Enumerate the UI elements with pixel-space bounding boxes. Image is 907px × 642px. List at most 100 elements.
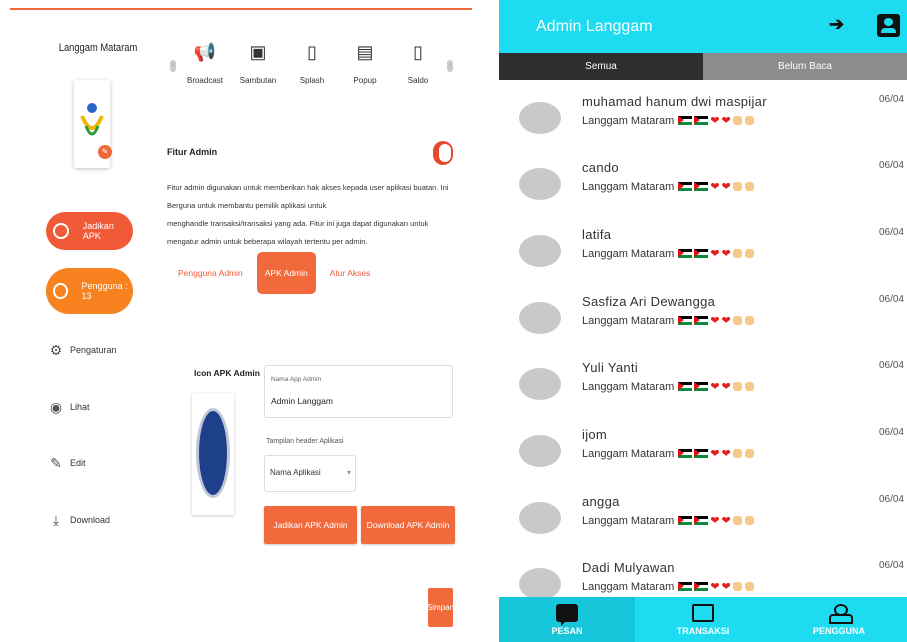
jadikan-apk-admin-button[interactable]: Jadikan APK Admin [264,506,357,544]
pengguna-count-label: Pengguna : 13 [81,281,128,301]
megaphone-icon: 📢 [193,41,217,62]
feature-saldo[interactable]: ▯ Saldo [396,38,440,86]
nav-pengguna-label: PENGGUNA [812,625,865,636]
heart-icon: ❤ [721,181,731,193]
heart-icon: ❤ [710,581,720,593]
nav-transaksi[interactable]: TRANSAKSI [635,597,771,642]
chat-row[interactable]: angga Langgam Mataram ❤ ❤ 06/04 [499,486,907,552]
emoji-group: ❤ ❤ [678,580,756,593]
chat-subtitle-text: Langgam Mataram [582,514,675,527]
message-icon [556,603,578,626]
feature-sambutan[interactable]: ▣ Sambutan [236,38,280,86]
jadikan-apk-button[interactable]: Jadikan APK [46,212,133,250]
chat-row[interactable]: muhamad hanum dwi maspijar Langgam Matara… [499,86,907,152]
header-select[interactable]: Nama Aplikasi ▾ [264,455,356,492]
app-name-field-value: Admin Langgam [271,396,333,406]
chat-date: 06/04 [878,94,904,105]
feature-popup[interactable]: ▤ Popup [343,38,387,86]
carousel-prev-button[interactable]: ‹ [170,60,176,72]
tab-belum-baca[interactable]: Belum Baca [703,53,907,80]
edit-logo-button[interactable]: ✎ [98,145,112,159]
heart-icon: ❤ [721,115,731,127]
flag-icon [694,316,709,325]
app-name-field-label: Nama App Admin [271,376,322,383]
jadikan-apk-label: Jadikan APK [82,221,114,241]
menu-download[interactable]: ⤓ Download [48,510,110,530]
chat-name: latifa [582,227,612,242]
chat-row[interactable]: latifa Langgam Mataram ❤ ❤ 06/04 [499,219,907,285]
chat-row[interactable]: ijom Langgam Mataram ❤ ❤ 06/04 [499,419,907,485]
pengguna-count-button[interactable]: Pengguna : 13 [46,268,133,314]
app-name-field[interactable]: Nama App Admin Admin Langgam [264,365,453,418]
emoji-group: ❤ ❤ [678,447,756,460]
heart-icon: ❤ [710,381,720,393]
nav-pesan-label: PESAN [551,625,583,636]
chat-name: angga [582,494,620,509]
chat-name: Dadi Mulyawan [582,560,675,575]
emoji-group: ❤ ❤ [678,514,756,527]
fitur-desc-line-2: menghandle transaksi/transaksi yang ada.… [167,219,429,246]
flag-icon [694,182,709,191]
save-button[interactable]: Simpan [427,588,454,627]
app-name: Langgam Mataram [58,42,138,54]
menu-pengaturan-label: Pengaturan [70,345,117,355]
forward-arrow-icon[interactable]: ➔ [829,14,844,35]
chat-subtitle: Langgam Mataram ❤ ❤ [582,447,757,460]
feature-broadcast[interactable]: 📢 Broadcast [183,38,227,86]
menu-lihat-label: Lihat [70,402,90,412]
flag-icon [694,249,709,258]
chat-date: 06/04 [878,294,904,305]
tab-semua[interactable]: Semua [499,53,703,80]
emoji-group: ❤ ❤ [678,180,756,193]
top-divider [10,8,472,10]
app-bar-title: Admin Langgam [536,18,653,35]
tab-pengguna-admin[interactable]: Pengguna Admin [170,252,251,294]
hand-icon [744,516,754,525]
feature-splash-label: Splash [299,76,325,85]
feature-splash[interactable]: ▯ Splash [290,38,334,86]
menu-pengaturan[interactable]: ⚙ Pengaturan [48,340,117,360]
chat-row[interactable]: Sasfiza Ari Dewangga Langgam Mataram ❤ ❤ 06/… [499,286,907,352]
avatar [519,102,561,134]
download-apk-admin-button[interactable]: Download APK Admin [361,506,455,544]
chat-date: 06/04 [878,494,904,505]
hand-icon [744,382,754,391]
chat-name: cando [582,160,619,175]
menu-download-label: Download [70,515,111,525]
heart-icon: ❤ [710,181,720,193]
menu-edit[interactable]: ✎ Edit [48,453,85,473]
tab-atur-akses[interactable]: Atur Akses [322,252,379,294]
flag-icon [678,249,693,258]
chat-subtitle: Langgam Mataram ❤ ❤ [582,114,757,127]
hand-icon [732,116,742,125]
nav-pesan[interactable]: PESAN [499,597,635,642]
heart-icon: ❤ [721,515,731,527]
avatar [519,568,561,600]
chat-row[interactable]: cando Langgam Mataram ❤ ❤ 06/04 [499,152,907,218]
heart-icon: ❤ [710,515,720,527]
emoji-group: ❤ ❤ [678,380,756,393]
feature-saldo-label: Saldo [407,76,429,85]
hand-icon [732,182,742,191]
eye-icon: ◉ [49,398,63,415]
profile-icon[interactable] [877,14,900,37]
chat-name: muhamad hanum dwi maspijar [582,94,767,109]
emoji-group: ❤ ❤ [678,314,756,327]
carousel-next-button[interactable]: › [447,60,453,72]
heart-icon: ❤ [721,315,731,327]
nav-pengguna[interactable]: PENGGUNA [771,597,907,642]
chat-row[interactable]: Yuli Yanti Langgam Mataram ❤ ❤ 06/04 [499,352,907,418]
icon-apk-preview[interactable] [192,393,234,515]
hand-icon [732,249,742,258]
hand-icon [744,249,754,258]
icon-apk-label: Icon APK Admin [194,368,260,378]
chat-name: ijom [582,427,608,442]
fitur-admin-toggle[interactable] [433,141,453,165]
hand-icon [744,582,754,591]
hand-icon [732,516,742,525]
chat-subtitle: Langgam Mataram ❤ ❤ [582,380,757,393]
menu-lihat[interactable]: ◉ Lihat [48,397,90,417]
tab-apk-admin[interactable]: APK Admin [256,252,316,294]
chat-subtitle: Langgam Mataram ❤ ❤ [582,180,757,193]
fitur-desc-line-1: Fitur admin digunakan untuk memberikan h… [167,183,449,210]
